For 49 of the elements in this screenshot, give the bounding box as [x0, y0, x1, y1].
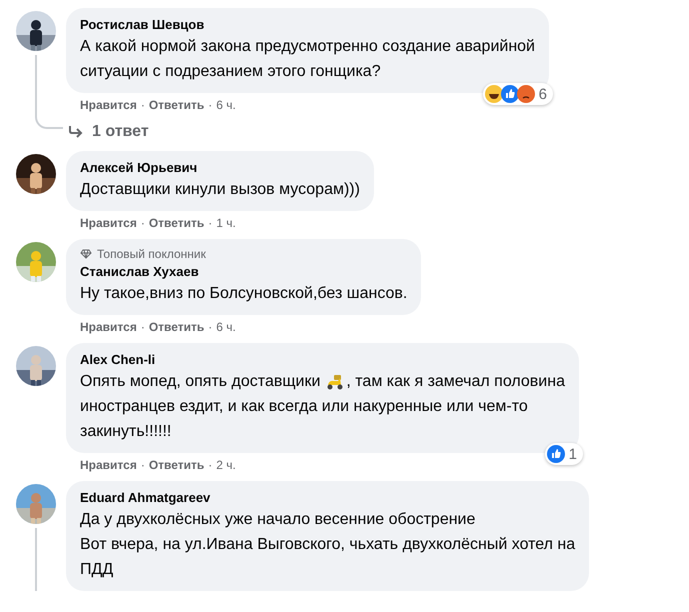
reaction-count: 1 — [568, 446, 577, 462]
author-name[interactable]: Alex Chen-li — [80, 351, 565, 369]
like-link[interactable]: Нравится — [80, 97, 137, 113]
separator-dot: · — [140, 97, 145, 113]
comment-text: ситуации с подрезанием этого гонщика? — [80, 62, 382, 82]
comment-time[interactable]: 6 ч. — [216, 97, 236, 113]
comment-text: Опять мопед, опять доставщики — [80, 372, 320, 392]
scooter-icon — [325, 374, 346, 390]
comment-time[interactable]: 6 ч. — [216, 319, 236, 335]
author-name[interactable]: Станислав Хухаев — [80, 263, 408, 281]
comment-text: , там как я замечал половина — [346, 372, 565, 392]
comment-time[interactable]: 1 ч. — [216, 215, 236, 231]
separator-dot: · — [208, 457, 212, 473]
like-link[interactable]: Нравится — [80, 319, 137, 335]
comment-text: ПДД — [80, 560, 114, 580]
comment-time[interactable]: 2 ч. — [216, 457, 236, 473]
comment-text: А какой нормой закона предусмотренно создание аварийной — [80, 37, 535, 57]
comment-text: Доставщики кинули вызов мусорам))) — [80, 180, 360, 200]
angry-emoji-icon — [516, 85, 535, 103]
reply-arrow-icon — [68, 125, 84, 139]
comment-text: закинуть!!!!!! — [80, 422, 172, 442]
diamond-icon — [80, 249, 92, 259]
separator-dot: · — [208, 97, 212, 113]
like-icon — [546, 445, 565, 463]
author-name[interactable]: Ростислав Шевцов — [80, 16, 535, 34]
view-replies-link[interactable]: 1 ответ — [66, 113, 149, 143]
separator-dot: · — [140, 319, 145, 335]
reply-link[interactable]: Ответить — [148, 215, 204, 231]
comment-text: Вот вчера, на ул.Ивана Выговского, чьхать двухколёсный хотел на — [80, 535, 576, 555]
reply-link[interactable]: Ответить — [148, 319, 204, 335]
like-link[interactable]: Нравится — [80, 215, 137, 231]
badge-label: Топовый поклонник — [97, 247, 206, 261]
comment-text: Ну такое,вниз по Болсуновской,без шансов. — [80, 284, 408, 304]
comment-text: иностранцев ездит, и как всегда или накуренные или чем-то — [80, 397, 529, 417]
author-name[interactable]: Eduard Ahmatgareev — [80, 489, 576, 507]
separator-dot: · — [208, 319, 212, 335]
separator-dot: · — [140, 457, 145, 473]
separator-dot: · — [208, 215, 212, 231]
reply-link[interactable]: Ответить — [148, 457, 204, 473]
like-icon — [500, 85, 519, 103]
comment-text: Да у двухколёсных уже начало весенние обострение — [80, 510, 476, 530]
reaction-summary[interactable]: 6 — [482, 83, 553, 105]
reaction-count: 6 — [538, 86, 547, 102]
author-name[interactable]: Алексей Юрьевич — [80, 159, 360, 177]
separator-dot: · — [140, 215, 145, 231]
laughing-emoji-icon — [484, 85, 503, 103]
reaction-summary[interactable]: 1 — [544, 443, 583, 465]
like-link[interactable]: Нравится — [80, 457, 137, 473]
reply-link[interactable]: Ответить — [148, 97, 204, 113]
